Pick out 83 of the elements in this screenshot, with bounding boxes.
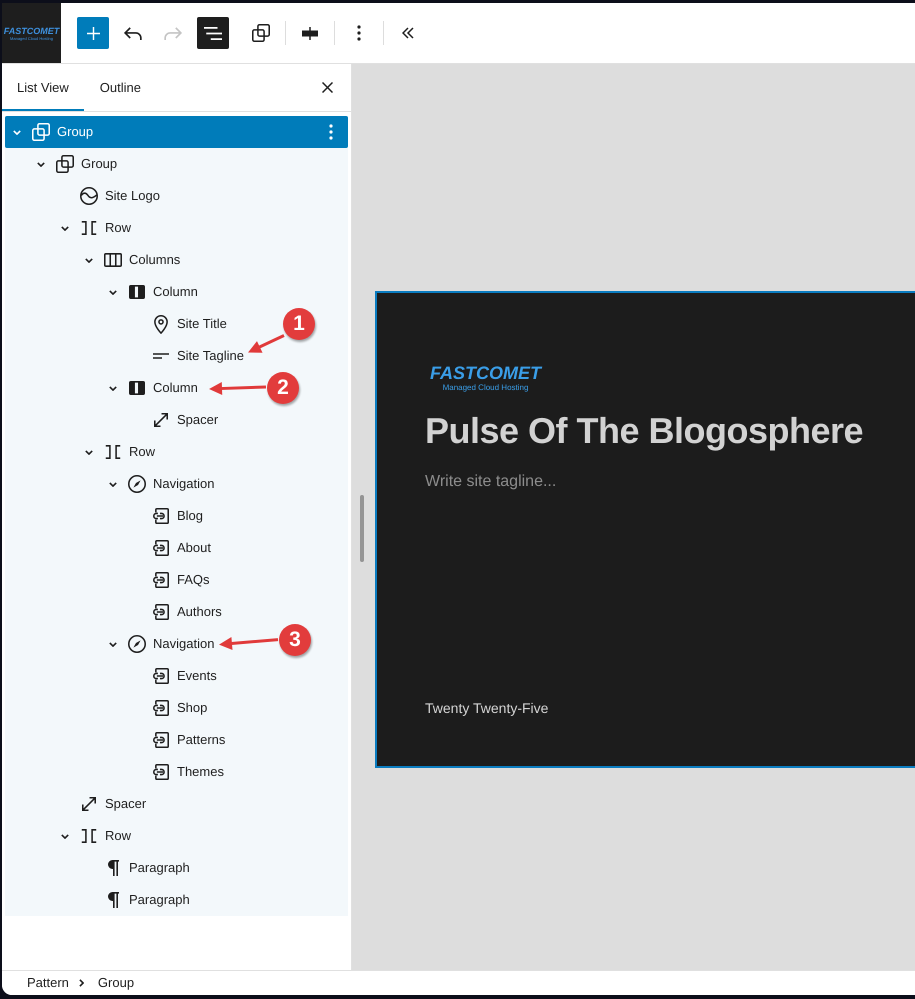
- sidebar-tab[interactable]: List View: [2, 64, 84, 111]
- overlapping-squares-icon: [32, 123, 50, 141]
- plus-icon: [86, 26, 100, 40]
- chevron-down-icon[interactable]: [61, 226, 69, 230]
- chevron-down-icon[interactable]: [37, 162, 45, 166]
- list-view-item[interactable]: Site Logo: [5, 180, 164, 212]
- chevron-down-icon[interactable]: [85, 258, 93, 262]
- pilcrow-icon: [108, 892, 118, 908]
- overlapping-squares-icon: [252, 24, 270, 42]
- list-view-item[interactable]: Site Title: [5, 308, 231, 340]
- list-view-item[interactable]: Site Tagline: [5, 340, 248, 372]
- list-view-button[interactable]: [197, 17, 229, 49]
- breadcrumb-item[interactable]: Group: [98, 973, 134, 993]
- list-view-item[interactable]: Events: [5, 660, 221, 692]
- list-view-item[interactable]: Spacer: [5, 788, 150, 820]
- tagline-field[interactable]: Write site tagline...: [425, 470, 556, 494]
- text-lines-icon: [153, 353, 169, 359]
- chevron-down-icon[interactable]: [85, 450, 93, 454]
- redo-icon: [164, 26, 182, 40]
- chevron-down-icon[interactable]: [109, 290, 117, 294]
- list-view-item[interactable]: Blog: [5, 500, 208, 532]
- close-icon: [322, 82, 332, 93]
- undo-icon: [124, 26, 142, 40]
- horizontal-bar-icon: [302, 26, 318, 40]
- list-view-item[interactable]: About: [5, 532, 215, 564]
- page-link-icon: [153, 540, 169, 556]
- sidebar-tab[interactable]: Outline: [84, 64, 157, 111]
- list-view-item[interactable]: Authors: [5, 596, 226, 628]
- more-vertical-icon: [357, 25, 361, 41]
- list-view-item[interactable]: Column: [5, 372, 202, 404]
- chevron-right-icon: [78, 979, 84, 987]
- list-view-item[interactable]: Columns: [5, 244, 184, 276]
- chevron-down-icon[interactable]: [61, 834, 69, 838]
- diagonal-arrow-icon: [82, 797, 96, 811]
- list-view-item[interactable]: Navigation: [5, 468, 218, 500]
- diagonal-arrow-icon: [154, 413, 168, 427]
- page-link-icon: [153, 732, 169, 748]
- page-link-icon: [153, 668, 169, 684]
- chevron-down-icon[interactable]: [109, 386, 117, 390]
- callout-arrow: [219, 637, 280, 650]
- page-link-icon: [153, 764, 169, 780]
- page-link-icon: [153, 508, 169, 524]
- site-title: Pulse Of The Blogosphere: [425, 411, 864, 451]
- chevron-down-icon[interactable]: [109, 642, 117, 646]
- list-view-item[interactable]: Themes: [5, 756, 228, 788]
- list-view-item[interactable]: Row: [5, 212, 136, 244]
- brackets-icon: [81, 221, 97, 235]
- page-link-icon: [153, 700, 169, 716]
- compass-icon: [128, 475, 146, 493]
- list-view-item[interactable]: Paragraph: [5, 852, 194, 884]
- chevron-down-icon[interactable]: [109, 482, 117, 486]
- breadcrumb-item[interactable]: Pattern: [27, 973, 69, 993]
- page-link-icon: [153, 604, 169, 620]
- list-view-item[interactable]: Row: [5, 820, 136, 852]
- site-logo: FASTCOMET Managed Cloud Hosting: [430, 363, 541, 393]
- list-lines-icon: [204, 26, 222, 40]
- list-view-item[interactable]: Patterns: [5, 724, 230, 756]
- overlapping-squares-icon: [56, 155, 74, 173]
- list-view-item[interactable]: Column: [5, 276, 202, 308]
- more-vertical-icon: [329, 124, 333, 140]
- list-view-item[interactable]: Spacer: [5, 404, 222, 436]
- resize-handle[interactable]: [360, 495, 364, 562]
- column-icon: [129, 285, 145, 299]
- callout-arrow: [248, 334, 286, 352]
- list-view-item[interactable]: Group: [5, 148, 122, 180]
- list-view-item[interactable]: Paragraph: [5, 884, 194, 916]
- list-view-item[interactable]: FAQs: [5, 564, 214, 596]
- columns-icon: [104, 253, 122, 267]
- column-icon: [129, 381, 145, 395]
- page-link-icon: [153, 572, 169, 588]
- brackets-icon: [81, 829, 97, 843]
- footer-text: Twenty Twenty-Five: [425, 699, 548, 718]
- callout-arrow: [209, 382, 268, 396]
- pilcrow-icon: [108, 860, 118, 876]
- brackets-icon: [105, 445, 121, 459]
- list-view-item[interactable]: Row: [5, 436, 160, 468]
- list-view-item[interactable]: Navigation: [5, 628, 218, 660]
- circle-wave-icon: [80, 187, 98, 205]
- list-view-item[interactable]: Shop: [5, 692, 212, 724]
- add-block-button[interactable]: [77, 17, 109, 49]
- map-pin-icon: [154, 314, 168, 334]
- double-chevron-left-icon: [402, 27, 414, 39]
- compass-icon: [128, 635, 146, 653]
